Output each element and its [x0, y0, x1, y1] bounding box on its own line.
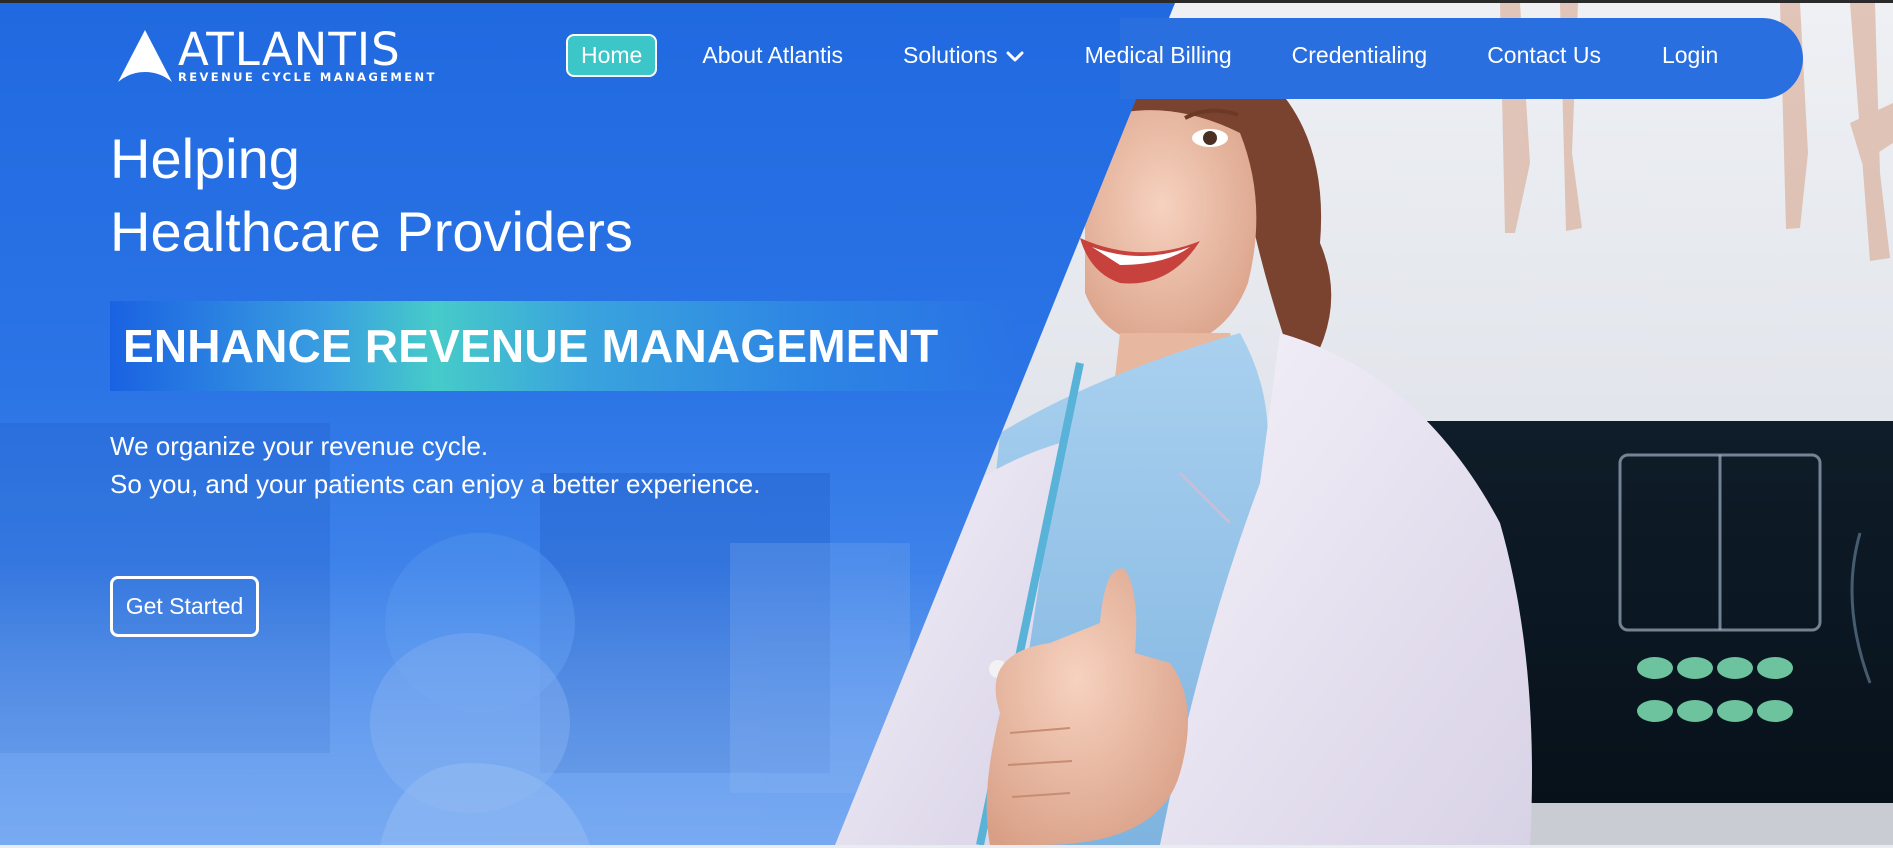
atlantis-logo[interactable]: ATLANTIS REVENUE CYCLE MANAGEMENT [116, 23, 434, 86]
get-started-button[interactable]: Get Started [110, 576, 259, 637]
nav-label: Contact Us [1487, 41, 1601, 68]
hero-headline-line-1: Helping [110, 127, 300, 190]
hero-headline-line-2: Healthcare Providers [110, 200, 633, 263]
nav-item-credentialing[interactable]: Credentialing [1292, 42, 1428, 69]
nav-label: About Atlantis [702, 41, 844, 68]
hero-subtext-line-1: We organize your revenue cycle. [110, 431, 489, 461]
hero-subtext-line-2: So you, and your patients can enjoy a be… [110, 469, 761, 499]
nav-label: Solutions [903, 41, 998, 68]
hero-headline: Helping Healthcare Providers [110, 122, 633, 268]
nav-item-solutions[interactable]: Solutions [903, 42, 1024, 69]
brand-tagline: REVENUE CYCLE MANAGEMENT [178, 70, 437, 84]
nav-label: Login [1661, 41, 1719, 68]
hero-banner-text: ENHANCE REVENUE MANAGEMENT [123, 320, 939, 372]
hero-bottom-border [0, 845, 1893, 848]
brand-name: ATLANTIS [178, 23, 401, 76]
nav-label: Credentialing [1291, 41, 1428, 68]
nav-item-contact-us[interactable]: Contact Us [1487, 42, 1601, 69]
chevron-down-icon [1006, 42, 1024, 69]
hero-banner: ENHANCE REVENUE MANAGEMENT [110, 301, 1016, 391]
hero-subtext: We organize your revenue cycle. So you, … [110, 427, 760, 503]
nav-label: Home [581, 41, 643, 68]
nav-item-login[interactable]: Login [1662, 42, 1718, 69]
top-border [0, 0, 1893, 3]
nav-item-home[interactable]: Home [566, 33, 658, 77]
main-navigation: Home About Atlantis Solutions Medical Bi… [566, 33, 1718, 77]
triangle-sail-logo-icon [118, 30, 172, 82]
page: ATLANTIS REVENUE CYCLE MANAGEMENT Home A… [0, 0, 1893, 860]
nav-item-medical-billing[interactable]: Medical Billing [1085, 42, 1232, 69]
nav-item-about-atlantis[interactable]: About Atlantis [702, 42, 843, 69]
nav-label: Medical Billing [1084, 41, 1232, 68]
